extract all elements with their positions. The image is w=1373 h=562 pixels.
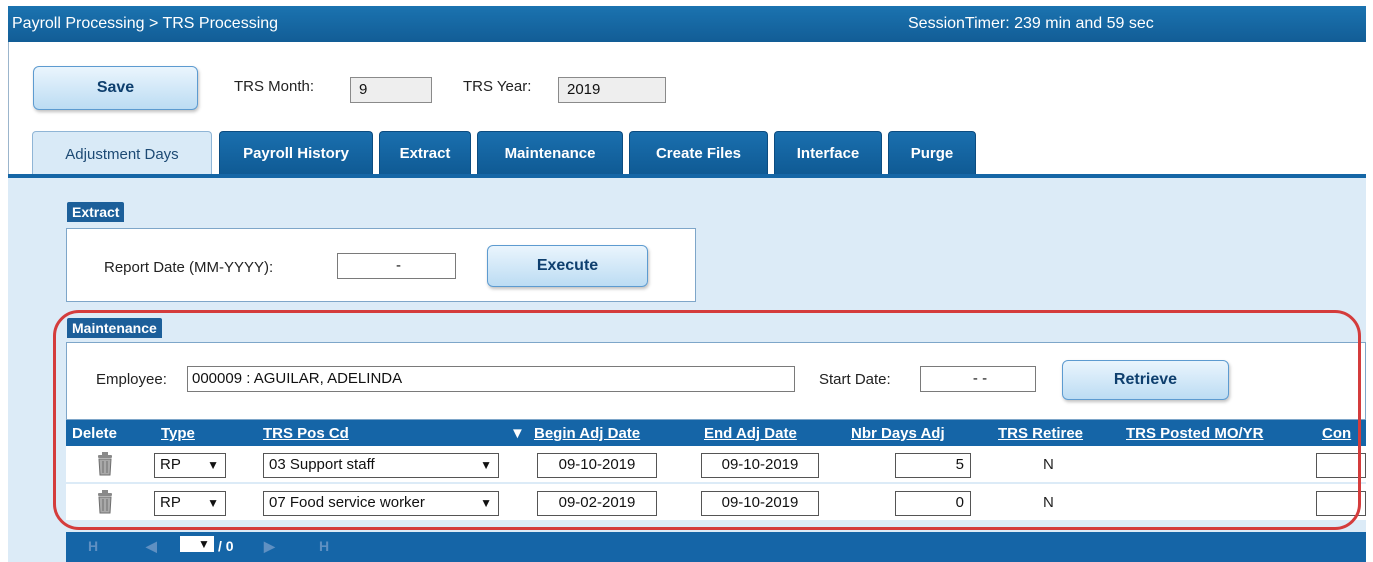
start-date-input[interactable]: - - <box>920 366 1036 392</box>
start-date-label: Start Date: <box>819 371 891 388</box>
end-date-input[interactable]: 09-10-2019 <box>701 491 819 516</box>
type-value: RP <box>160 456 181 473</box>
col-type[interactable]: Type <box>161 425 195 442</box>
con-input[interactable] <box>1316 491 1366 516</box>
col-end-adj-date[interactable]: End Adj Date <box>704 425 797 442</box>
report-date-input[interactable]: - <box>337 253 456 279</box>
trash-icon[interactable] <box>96 490 114 514</box>
report-date-label: Report Date (MM-YYYY): <box>104 259 274 276</box>
employee-input[interactable]: 000009 : AGUILAR, ADELINDA <box>187 366 795 392</box>
col-trs-retiree[interactable]: TRS Retiree <box>998 425 1083 442</box>
breadcrumb: Payroll Processing > TRS Processing <box>12 15 279 32</box>
type-value: RP <box>160 494 181 511</box>
trs-year-label: TRS Year: <box>463 78 532 95</box>
maintenance-legend: Maintenance <box>67 318 162 338</box>
begin-date-input[interactable]: 09-02-2019 <box>537 491 657 516</box>
days-adj-input[interactable]: 0 <box>895 491 971 516</box>
prev-page-icon[interactable]: ◀ <box>146 538 157 555</box>
col-delete: Delete <box>72 425 118 442</box>
execute-button[interactable]: Execute <box>487 245 648 287</box>
first-page-icon[interactable]: H <box>88 538 98 554</box>
type-select[interactable]: RP ▼ <box>154 453 226 478</box>
retiree-value: N <box>1043 494 1054 511</box>
save-button[interactable]: Save <box>33 66 198 110</box>
page-select[interactable]: ▼ <box>180 536 214 552</box>
chevron-down-icon: ▼ <box>207 458 219 472</box>
col-begin-adj-date[interactable]: Begin Adj Date <box>534 425 640 442</box>
retiree-value: N <box>1043 456 1054 473</box>
table-row: RP ▼ 03 Support staff ▼ 09-10-2019 09-10… <box>66 446 1366 482</box>
tab-maintenance[interactable]: Maintenance <box>477 131 623 175</box>
pos-select[interactable]: 07 Food service worker ▼ <box>263 491 499 516</box>
trs-month-field: 9 <box>350 77 432 103</box>
session-timer: SessionTimer: 239 min and 59 sec <box>908 15 1154 32</box>
tab-payroll-history[interactable]: Payroll History <box>219 131 373 175</box>
col-trs-pos-cd[interactable]: TRS Pos Cd <box>263 425 349 442</box>
pos-value: 03 Support staff <box>269 456 375 473</box>
pos-value: 07 Food service worker <box>269 494 425 511</box>
grid-header: Delete Type TRS Pos Cd ▼ Begin Adj Date … <box>66 420 1366 446</box>
end-date-input[interactable]: 09-10-2019 <box>701 453 819 478</box>
chevron-down-icon: ▼ <box>207 496 219 510</box>
table-row: RP ▼ 07 Food service worker ▼ 09-02-2019… <box>66 484 1366 520</box>
tab-create-files[interactable]: Create Files <box>629 131 768 175</box>
trs-year-field: 2019 <box>558 77 666 103</box>
type-select[interactable]: RP ▼ <box>154 491 226 516</box>
grid-pager: H ◀ ▼ / 0 ▶ H <box>66 532 1366 562</box>
tab-interface[interactable]: Interface <box>774 131 882 175</box>
begin-date-input[interactable]: 09-10-2019 <box>537 453 657 478</box>
employee-label: Employee: <box>96 371 167 388</box>
trs-month-label: TRS Month: <box>234 78 315 95</box>
sort-down-icon: ▼ <box>510 425 525 442</box>
retrieve-button[interactable]: Retrieve <box>1062 360 1229 400</box>
tab-extract[interactable]: Extract <box>379 131 471 175</box>
chevron-down-icon: ▼ <box>480 496 492 510</box>
col-nbr-days-adj[interactable]: Nbr Days Adj <box>851 425 945 442</box>
tab-adjustment-days[interactable]: Adjustment Days <box>32 131 212 177</box>
col-trs-posted[interactable]: TRS Posted MO/YR <box>1126 425 1264 442</box>
trash-icon[interactable] <box>96 452 114 476</box>
next-page-icon[interactable]: ▶ <box>264 538 275 555</box>
tab-purge[interactable]: Purge <box>888 131 976 175</box>
con-input[interactable] <box>1316 453 1366 478</box>
page-total: / 0 <box>218 538 234 554</box>
extract-legend: Extract <box>67 202 125 222</box>
chevron-down-icon: ▼ <box>480 458 492 472</box>
col-con[interactable]: Con <box>1322 425 1351 442</box>
last-page-icon[interactable]: H <box>319 538 329 554</box>
title-bar: Payroll Processing > TRS Processing Sess… <box>8 6 1366 42</box>
days-adj-input[interactable]: 5 <box>895 453 971 478</box>
pos-select[interactable]: 03 Support staff ▼ <box>263 453 499 478</box>
